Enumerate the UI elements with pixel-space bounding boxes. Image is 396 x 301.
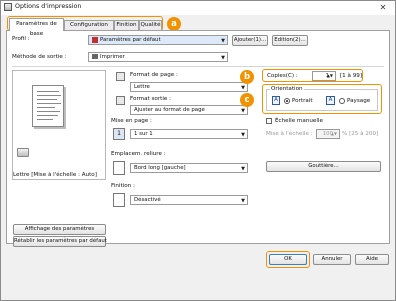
scale-spinner[interactable]: 100 ▲▼ (316, 129, 340, 139)
help-button[interactable]: Aide (355, 254, 389, 265)
binding-label: Emplacem. reliure : (111, 151, 166, 157)
edit-profile-button[interactable]: Edition(2)... (272, 35, 308, 46)
profile-icon (92, 36, 98, 43)
printer-icon (92, 54, 98, 59)
spin-updown-icon[interactable]: ▲▼ (327, 72, 333, 80)
manual-scale-checkbox[interactable] (266, 118, 272, 124)
binding-select[interactable]: Bord long [gauche] ▼ (130, 163, 248, 173)
tab-page-setup[interactable]: Configuration page (64, 20, 114, 36)
chevron-down-icon: ▼ (221, 38, 225, 44)
output-method-label: Méthode de sortie : (12, 54, 67, 60)
output-format-value: Ajuster au format de page (134, 107, 205, 113)
spin-updown-icon: ▲▼ (330, 131, 337, 136)
output-format-label: Format sortie : (130, 96, 171, 102)
printer-app-icon (4, 3, 12, 11)
chevron-down-icon: ▼ (241, 198, 245, 204)
chevron-down-icon: ▼ (241, 132, 245, 138)
portrait-radio[interactable] (284, 98, 290, 104)
manual-scale-label[interactable]: Échelle manuelle (275, 118, 323, 124)
landscape-radio[interactable] (339, 98, 345, 104)
window-title: Options d'impression (15, 3, 82, 10)
landscape-label[interactable]: Paysage (347, 98, 370, 104)
copies-spinner[interactable]: 1 ▲▼ (312, 71, 336, 81)
callout-b-badge: b (240, 70, 254, 84)
landscape-icon: A (326, 96, 335, 105)
chevron-down-icon: ▼ (241, 166, 245, 172)
separator (12, 66, 384, 67)
copies-label: Copies(C) : (267, 73, 298, 79)
ok-button[interactable]: OK (269, 254, 307, 265)
finishing-select[interactable]: Désactivé ▼ (130, 195, 248, 205)
portrait-label[interactable]: Portrait (292, 98, 313, 104)
scale-range: % [25 à 200] (342, 131, 379, 137)
binding-icon (113, 161, 125, 175)
output-method-select[interactable]: Imprimer ▼ (88, 52, 228, 62)
layout-select[interactable]: 1 sur 1 ▼ (130, 129, 248, 139)
cancel-button[interactable]: Annuler (313, 254, 351, 265)
profile-label: Profil : (12, 36, 30, 42)
preview-caption: Lettre [Mise à l'échelle : Auto] (13, 172, 97, 178)
orientation-label: Orientation (270, 86, 304, 92)
gutter-button[interactable]: Gouttière... (266, 161, 381, 172)
layout-value: 1 sur 1 (134, 131, 153, 137)
show-settings-button[interactable]: Affichage des paramètres (13, 224, 106, 235)
callout-c-badge: c (240, 93, 254, 107)
restore-defaults-button[interactable]: Rétablir les paramètres par défaut (13, 236, 107, 247)
copies-range: [1 à 99] (340, 73, 363, 79)
page-format-select[interactable]: Lettre ▼ (130, 82, 248, 92)
add-profile-button[interactable]: Ajouter(1)... (232, 35, 268, 46)
output-format-icon (116, 96, 125, 105)
page-format-icon (116, 72, 125, 81)
scale-label: Mise à l'échelle : (266, 131, 313, 137)
callout-a-badge: a (167, 17, 181, 31)
tab-finishing[interactable]: Finition (114, 20, 139, 30)
preview-paper (32, 85, 64, 127)
finishing-value: Désactivé (134, 197, 161, 203)
finishing-icon (113, 193, 125, 207)
layout-icon: 1 (113, 128, 125, 140)
chevron-down-icon: ▼ (241, 85, 245, 91)
output-method-value: Imprimer (100, 54, 125, 60)
portrait-icon: A (272, 96, 280, 105)
chevron-down-icon: ▼ (221, 55, 225, 61)
page-format-label: Format de page : (130, 72, 178, 78)
page-format-value: Lettre (134, 84, 150, 90)
chevron-down-icon: ▼ (241, 108, 245, 114)
tab-basic-settings[interactable]: Paramètres de base (9, 18, 64, 37)
binding-value: Bord long [gauche] (134, 165, 186, 171)
layout-label: Mise en page : (111, 118, 152, 124)
finishing-label: Finition : (111, 183, 135, 189)
close-icon[interactable]: ✕ (376, 3, 390, 12)
output-format-select[interactable]: Ajuster au format de page ▼ (130, 105, 248, 115)
profile-value: Paramètres par défaut (100, 37, 161, 43)
profile-select[interactable]: Paramètres par défaut ▼ (88, 35, 228, 45)
tab-quality[interactable]: Qualité (139, 20, 162, 30)
printer-illustration-icon (17, 148, 29, 157)
